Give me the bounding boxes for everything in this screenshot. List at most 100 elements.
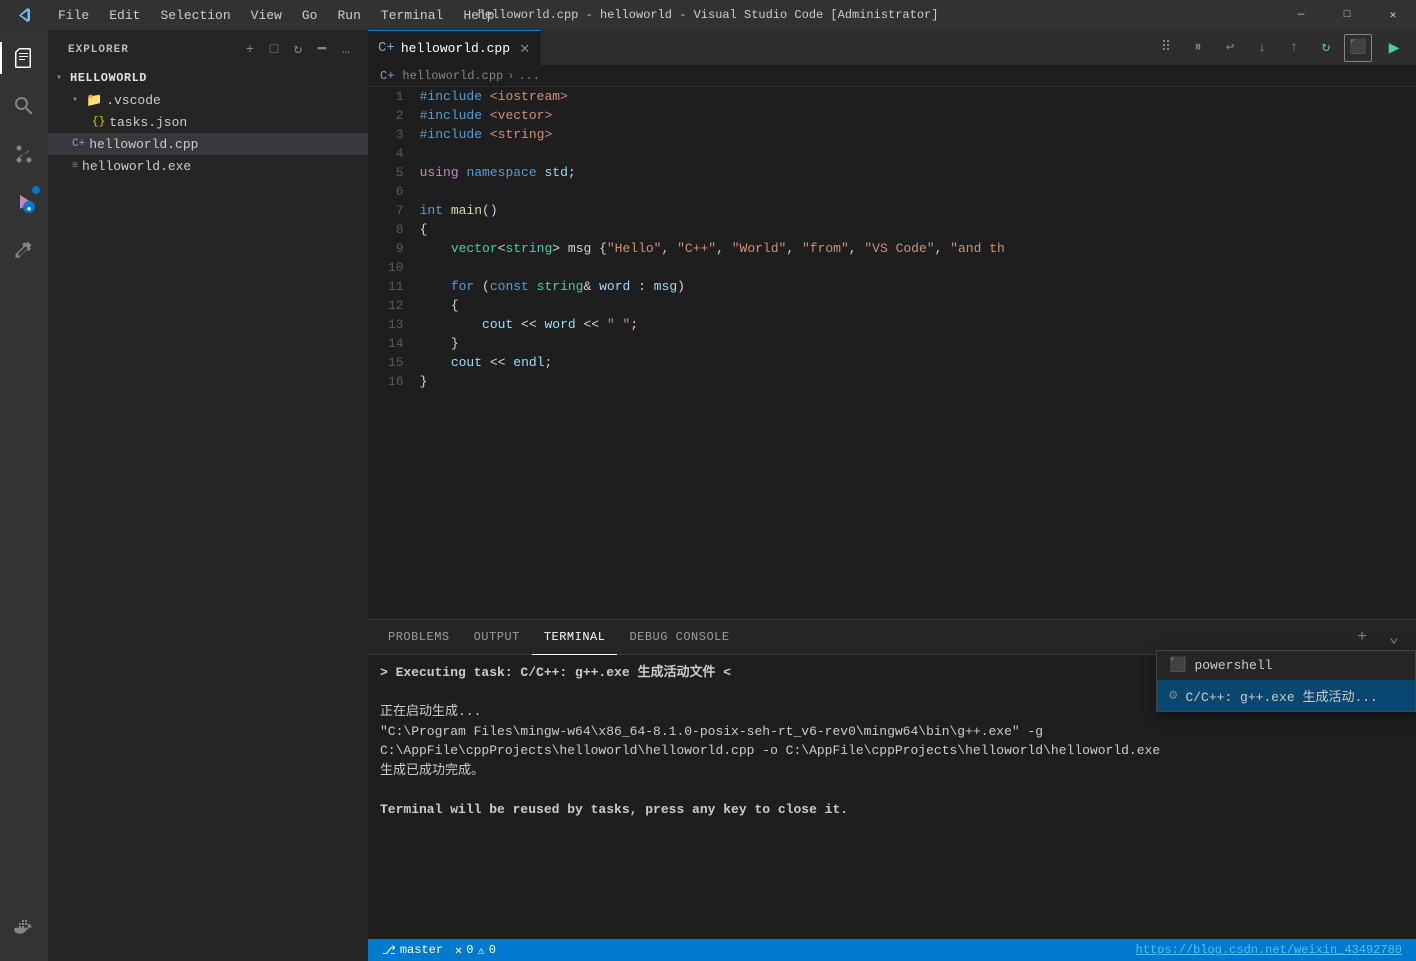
line-number-5: 5 [388, 163, 404, 182]
sidebar: Explorer + □ ↻ ━ … ▾ HELLOWORLD ▾ 📁 .vsc… [48, 30, 368, 961]
activity-source-control[interactable] [0, 130, 48, 178]
code-line-14: } [420, 334, 1396, 353]
code-line-2: #include <vector> [420, 106, 1396, 125]
code-line-13: cout << word << " "; [420, 315, 1396, 334]
minimize-button[interactable]: — [1278, 0, 1324, 30]
line-number-4: 4 [388, 144, 404, 163]
terminal-output-2: "C:\Program Files\mingw-w64\x86_64-8.1.0… [380, 722, 1404, 761]
new-folder-button[interactable]: □ [264, 40, 284, 60]
exe-icon: ≡ [72, 161, 78, 172]
new-file-button[interactable]: + [240, 40, 260, 60]
editor-area: C+ helloworld.cpp ✕ ⠿ ⏸ ↩ ↓ ↑ ↻ ⬛ ▶ C+ h… [368, 30, 1416, 961]
tab-output[interactable]: OUTPUT [462, 620, 532, 655]
menu-edit[interactable]: Edit [99, 0, 150, 30]
titlebar: File Edit Selection View Go Run Terminal… [0, 0, 1416, 30]
sidebar-actions: + □ ↻ ━ … [240, 40, 356, 60]
restart-icon[interactable]: ↻ [1312, 34, 1340, 62]
breadcrumb-more[interactable]: ... [518, 69, 540, 83]
helloworld-exe-label: helloworld.exe [82, 159, 191, 174]
line-number-15: 15 [388, 353, 404, 372]
tree-helloworld-exe[interactable]: ≡ helloworld.exe [48, 155, 368, 177]
line-number-11: 11 [388, 277, 404, 296]
menu-file[interactable]: File [48, 0, 99, 30]
status-errors[interactable]: ✕ 0 ⚠ 0 [449, 939, 502, 961]
terminal-line-3: 生成已成功完成。 [380, 763, 484, 778]
line-number-14: 14 [388, 334, 404, 353]
breadcrumb: C+ helloworld.cpp › ... [368, 65, 1416, 87]
code-editor[interactable]: 12345678910111213141516 #include <iostre… [368, 87, 1416, 619]
tab-problems[interactable]: PROBLEMS [376, 620, 462, 655]
step-into-icon[interactable]: ↓ [1248, 34, 1276, 62]
tab-close-icon[interactable]: ✕ [520, 38, 530, 58]
line-number-1: 1 [388, 87, 404, 106]
menu-run[interactable]: Run [327, 0, 370, 30]
status-bar: ⎇ master ✕ 0 ⚠ 0 https://blog.csdn.net/w… [368, 939, 1416, 961]
code-line-16: } [420, 372, 1396, 391]
settings-gear-icon: ⚙ [1169, 687, 1177, 704]
activity-search[interactable] [0, 82, 48, 130]
status-link[interactable]: https://blog.csdn.net/weixin_43492780 [1136, 943, 1402, 957]
dropdown-cpp-task[interactable]: ⚙ C/C++: g++.exe 生成活动... [1157, 680, 1415, 711]
code-line-9: vector<string> msg {"Hello", "C++", "Wor… [420, 239, 1396, 258]
code-line-6 [420, 182, 1396, 201]
close-button[interactable]: ✕ [1370, 0, 1416, 30]
dropdown-powershell[interactable]: ⬛ powershell [1157, 651, 1415, 680]
svg-text:●: ● [27, 205, 32, 214]
line-number-9: 9 [388, 239, 404, 258]
refresh-button[interactable]: ↻ [288, 40, 308, 60]
line-number-6: 6 [388, 182, 404, 201]
line-number-12: 12 [388, 296, 404, 315]
terminal-line-1: 正在启动生成... [380, 704, 481, 719]
tree-root-folder[interactable]: ▾ HELLOWORLD [48, 67, 368, 89]
breadcrumb-cpp-icon: C+ [380, 69, 394, 83]
chevron-down-icon: ▾ [56, 72, 66, 84]
menu-terminal[interactable]: Terminal [371, 0, 453, 30]
maximize-button[interactable]: □ [1324, 0, 1370, 30]
debug-badge [32, 186, 40, 194]
stop-icon[interactable]: ⬛ [1344, 34, 1372, 62]
status-link-item[interactable]: https://blog.csdn.net/weixin_43492780 [1130, 939, 1408, 961]
folder-icon: 📁 [86, 93, 102, 108]
status-branch[interactable]: ⎇ master [376, 939, 449, 961]
activity-docker[interactable] [0, 905, 48, 953]
breadcrumb-filename[interactable]: helloworld.cpp [402, 69, 503, 83]
activity-bar: ● [0, 30, 48, 961]
collapse-button[interactable]: ━ [312, 40, 332, 60]
menu-go[interactable]: Go [292, 0, 328, 30]
chevron-down-icon-vscode: ▾ [72, 94, 82, 106]
status-branch-label: master [400, 943, 443, 957]
editor-tab-helloworld-cpp[interactable]: C+ helloworld.cpp ✕ [368, 30, 541, 65]
new-terminal-button[interactable]: + [1348, 623, 1376, 651]
tree-helloworld-cpp[interactable]: C+ helloworld.cpp [48, 133, 368, 155]
step-over-icon[interactable]: ↩ [1216, 34, 1244, 62]
tab-debug-console[interactable]: DEBUG CONSOLE [617, 620, 741, 655]
terminal-line-4: Terminal will be reused by tasks, press … [380, 802, 848, 817]
sidebar-header: Explorer + □ ↻ ━ … [48, 30, 368, 65]
pause-icon[interactable]: ⏸ [1184, 34, 1212, 62]
terminal-icon: ⬛ [1169, 657, 1186, 674]
menu-selection[interactable]: Selection [150, 0, 240, 30]
tab-terminal[interactable]: TERMINAL [532, 620, 618, 655]
code-line-5: using namespace std; [420, 163, 1396, 182]
tab-bar: C+ helloworld.cpp ✕ ⠿ ⏸ ↩ ↓ ↑ ↻ ⬛ ▶ [368, 30, 1416, 65]
json-icon: {} [92, 116, 105, 128]
run-button[interactable]: ▶ [1380, 34, 1408, 62]
dropdown-cpp-label: C/C++: g++.exe 生成活动... [1185, 686, 1377, 705]
tasks-json-label: tasks.json [109, 115, 187, 130]
line-number-3: 3 [388, 125, 404, 144]
layout-icon[interactable]: ⠿ [1152, 34, 1180, 62]
vscode-logo [0, 7, 48, 23]
menu-view[interactable]: View [241, 0, 292, 30]
status-warnings-count: 0 [489, 943, 496, 957]
terminal-split-button[interactable]: ⌄ [1380, 623, 1408, 651]
terminal-line-2: "C:\Program Files\mingw-w64\x86_64-8.1.0… [380, 724, 1160, 759]
activity-extensions[interactable] [0, 226, 48, 274]
tree-vscode-folder[interactable]: ▾ 📁 .vscode [48, 89, 368, 111]
activity-explorer[interactable] [0, 34, 48, 82]
tree-tasks-json[interactable]: {} tasks.json [48, 111, 368, 133]
step-out-icon[interactable]: ↑ [1280, 34, 1308, 62]
activity-run-debug[interactable]: ● [0, 178, 48, 226]
code-line-1: #include <iostream> [420, 87, 1396, 106]
more-actions-button[interactable]: … [336, 40, 356, 60]
code-line-7: int main() [420, 201, 1396, 220]
